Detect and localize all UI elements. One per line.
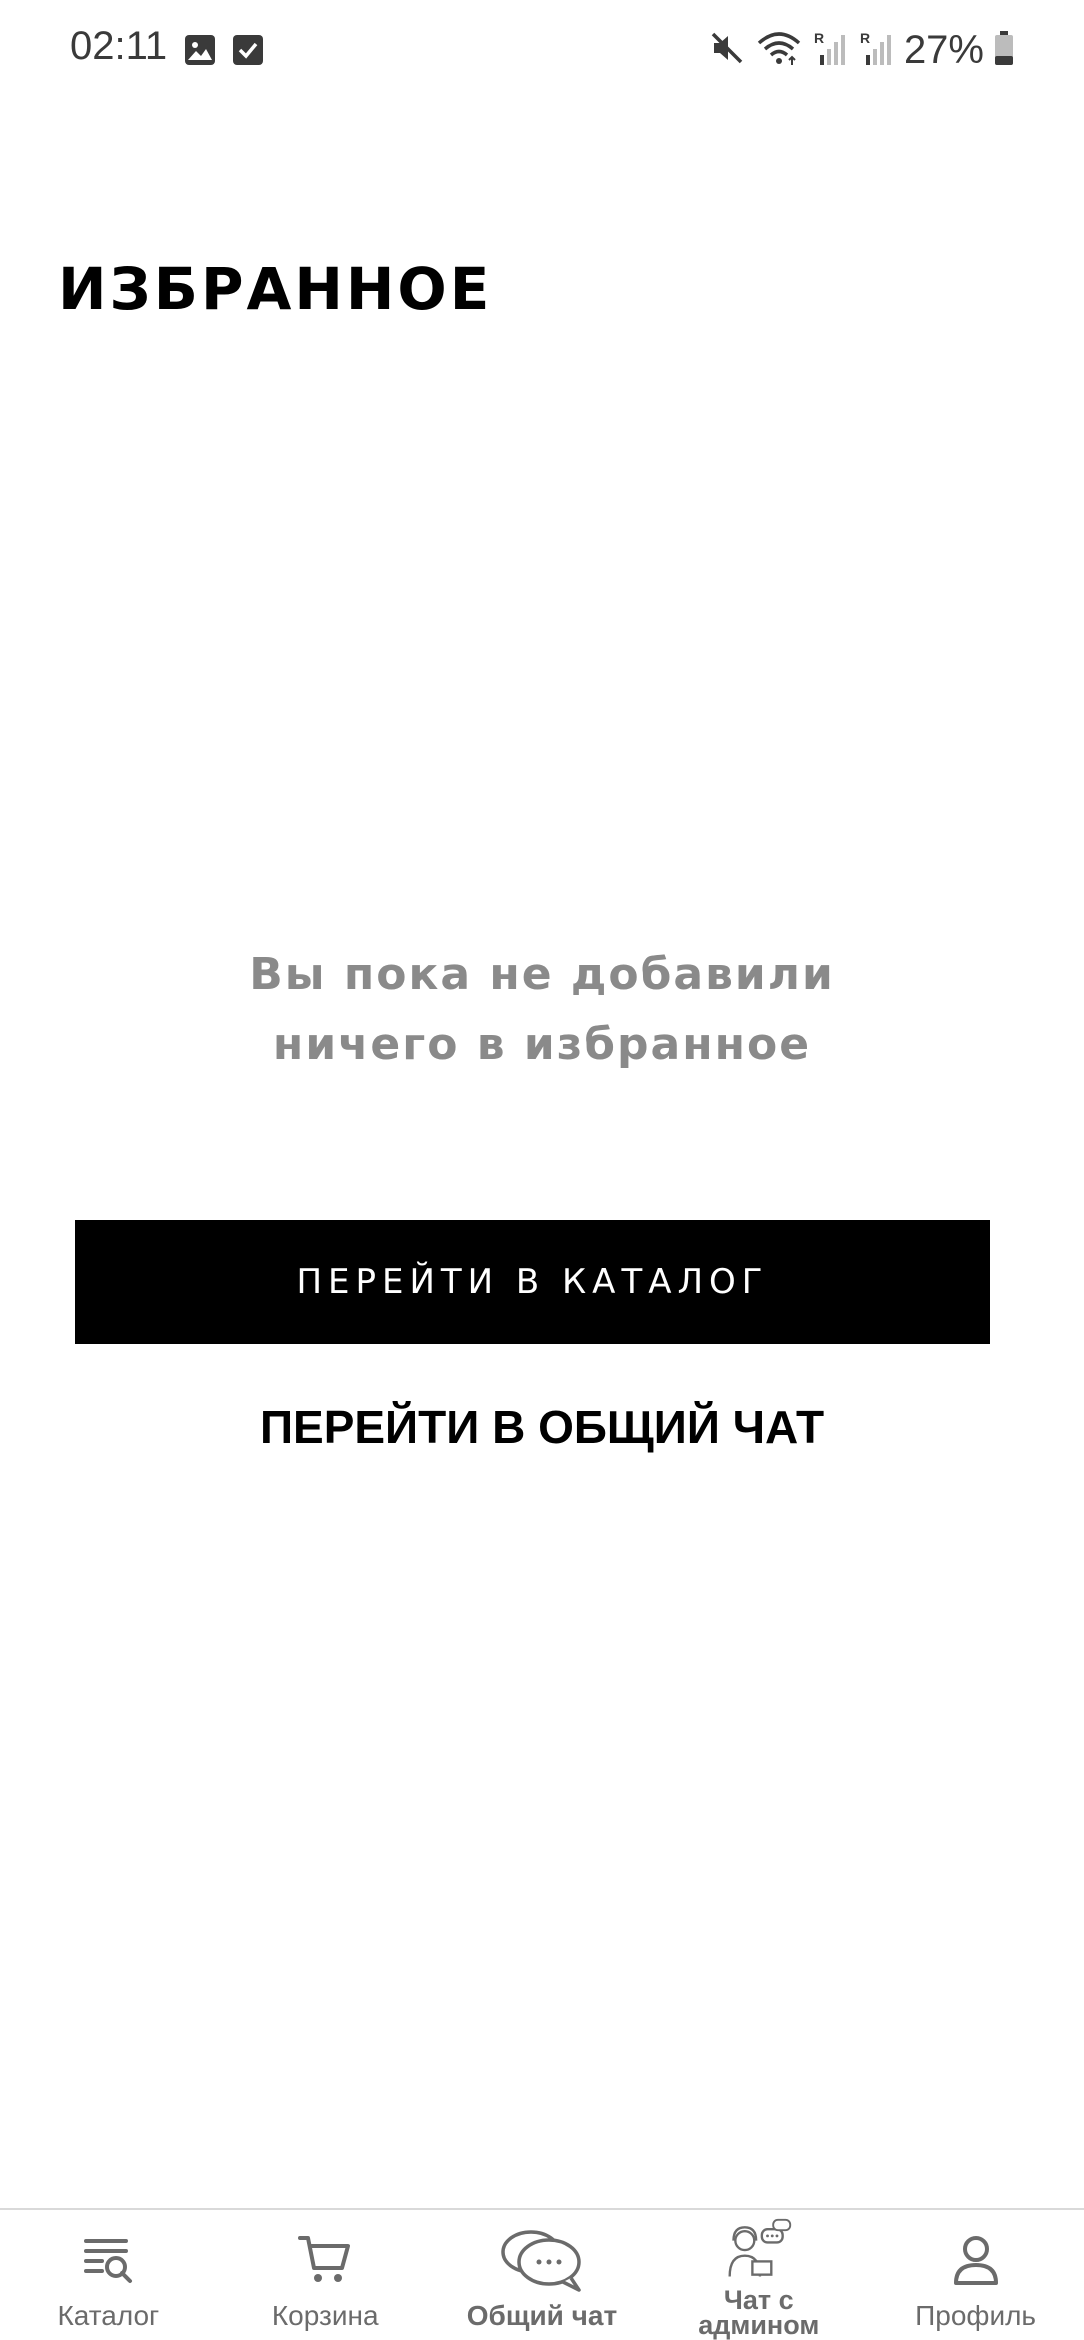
status-right-group: R R 27% bbox=[708, 22, 1014, 78]
nav-label-cart: Корзина bbox=[271, 2300, 379, 2331]
favorites-screen: 02:11 R R 27% ИЗБРАННОЕ Вы пока не добав… bbox=[0, 0, 1084, 2340]
cart-icon bbox=[290, 2224, 360, 2294]
nav-item-catalog[interactable]: Каталог bbox=[0, 2210, 217, 2340]
go-to-catalog-button[interactable]: ПЕРЕЙТИ В КАТАЛОГ bbox=[75, 1220, 990, 1344]
nav-label-catalog: Каталог bbox=[57, 2300, 160, 2331]
bottom-navigation: Каталог Корзина Общий чат Чат с админом … bbox=[0, 2208, 1084, 2340]
nav-label-profile: Профиль bbox=[915, 2300, 1037, 2331]
checkbox-icon bbox=[232, 34, 264, 66]
svg-text:R: R bbox=[860, 30, 870, 46]
empty-state-message: Вы пока не добавили ничего в избранное bbox=[0, 940, 1084, 1080]
go-to-general-chat-link[interactable]: ПЕРЕЙТИ В ОБЩИЙ ЧАТ bbox=[0, 1400, 1084, 1454]
wifi-icon bbox=[756, 29, 802, 72]
signal-r-icon: R bbox=[858, 29, 894, 72]
gallery-icon bbox=[184, 34, 216, 66]
nav-label-general-chat: Общий чат bbox=[466, 2300, 618, 2331]
nav-item-profile[interactable]: Профиль bbox=[867, 2210, 1084, 2340]
nav-item-cart[interactable]: Корзина bbox=[217, 2210, 434, 2340]
nav-item-admin-chat[interactable]: Чат с админом bbox=[650, 2210, 867, 2340]
status-time: 02:11 bbox=[70, 24, 168, 68]
svg-text:R: R bbox=[814, 30, 824, 46]
catalog-search-icon bbox=[73, 2224, 143, 2294]
battery-percentage: 27% bbox=[903, 27, 984, 72]
chat-bubbles-icon bbox=[494, 2224, 590, 2294]
empty-state-line-1: Вы пока не добавили bbox=[249, 949, 835, 1000]
signal-r-icon: R bbox=[812, 29, 848, 72]
status-bar: 02:11 R R 27% bbox=[0, 0, 1084, 100]
page-title: ИЗБРАННОЕ bbox=[58, 255, 493, 323]
battery-icon bbox=[994, 30, 1014, 71]
nav-label-admin-chat: Чат с админом bbox=[698, 2285, 820, 2340]
mute-icon bbox=[708, 29, 746, 72]
admin-support-icon bbox=[724, 2216, 794, 2286]
profile-icon bbox=[941, 2224, 1011, 2294]
nav-item-general-chat[interactable]: Общий чат bbox=[434, 2210, 651, 2340]
empty-state-line-2: ничего в избранное bbox=[272, 1019, 812, 1070]
